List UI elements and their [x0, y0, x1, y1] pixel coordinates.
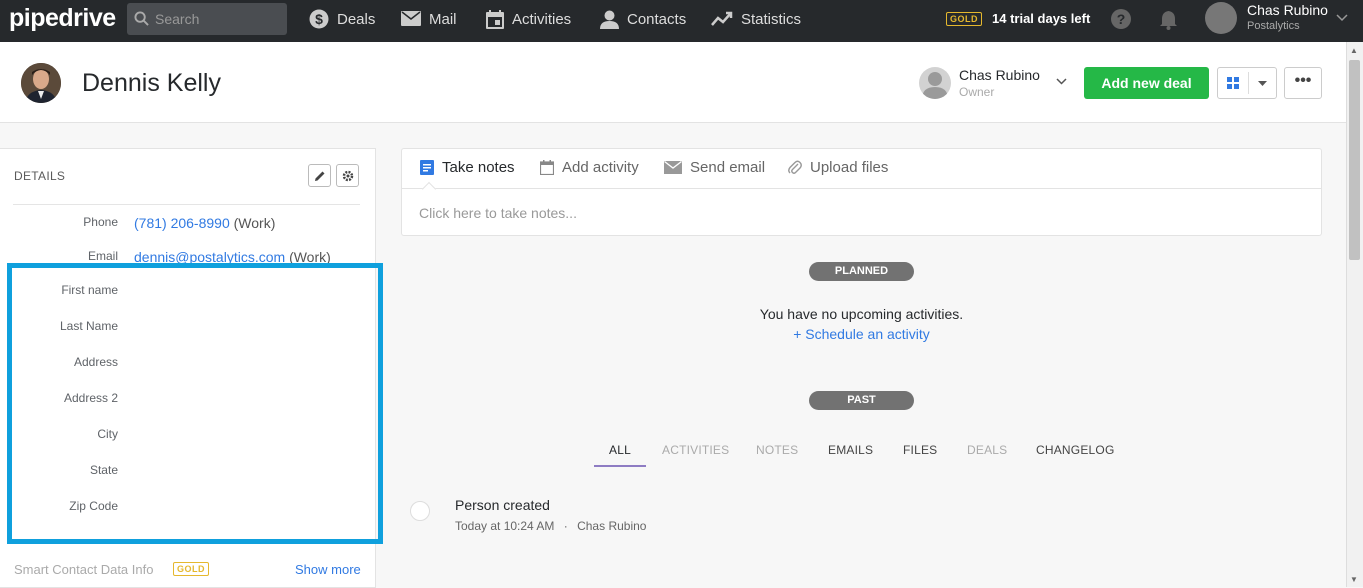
details-title: DETAILS	[14, 169, 66, 183]
nav-statistics-label: Statistics	[741, 10, 802, 28]
user-company: Postalytics	[1247, 20, 1300, 32]
email-label: Email	[87, 249, 118, 263]
planned-pill: PLANNED	[809, 262, 914, 281]
customize-fields-button[interactable]	[336, 164, 359, 187]
chart-icon	[711, 11, 733, 26]
pencil-icon	[315, 171, 325, 181]
tab-add-activity-label: Add activity	[562, 159, 639, 176]
phone-row: Phone (781) 206-8990 (Work)	[0, 215, 376, 235]
nav-activities-label: Activities	[512, 10, 572, 28]
divider	[13, 204, 360, 205]
person-header: Dennis Kelly Chas Rubino Owner Add new d…	[0, 42, 1346, 123]
filter-deals[interactable]: DEALS	[967, 443, 1007, 457]
show-more-link[interactable]: Show more	[295, 562, 361, 577]
top-navigation-bar: pipedrive $ Deals Mail Activities Contac…	[0, 0, 1363, 42]
phone-value[interactable]: (781) 206-8990 (Work)	[134, 215, 275, 231]
schedule-activity-link[interactable]: + Schedule an activity	[401, 326, 1322, 342]
nav-contacts-label: Contacts	[627, 10, 687, 28]
search-input[interactable]	[155, 9, 275, 29]
smart-contact-data-label: Smart Contact Data Info	[14, 562, 154, 577]
filter-all[interactable]: ALL	[594, 443, 646, 467]
tab-take-notes[interactable]: Take notes	[420, 159, 515, 176]
event-time: Today at 10:24 AM	[455, 519, 555, 533]
person-name[interactable]: Dennis Kelly	[82, 69, 221, 98]
dollar-icon: $	[309, 9, 329, 29]
trial-days-left[interactable]: 14 trial days left	[992, 11, 1090, 26]
grid-icon	[1227, 77, 1239, 89]
filter-activities[interactable]: ACTIVITIES	[662, 443, 729, 457]
event-meta: Today at 10:24 AM · Chas Rubino	[455, 519, 646, 533]
svg-text:?: ?	[1117, 11, 1126, 27]
composer-divider	[402, 188, 1321, 189]
field-state[interactable]: State	[90, 463, 118, 477]
search-icon	[134, 11, 149, 26]
person-avatar[interactable]	[21, 63, 61, 103]
calendar-icon	[540, 160, 554, 175]
field-last-name[interactable]: Last Name	[60, 319, 118, 333]
event-separator: ·	[563, 519, 568, 533]
nav-mail[interactable]: Mail	[401, 0, 457, 38]
composer-panel: Take notes Add activity Send email Uploa…	[401, 148, 1322, 236]
no-activities-text: You have no upcoming activities.	[759, 306, 964, 322]
mail-icon	[401, 11, 421, 26]
tab-upload-files[interactable]: Upload files	[788, 159, 888, 176]
edit-details-button[interactable]	[308, 164, 331, 187]
nav-mail-label: Mail	[429, 10, 457, 28]
nav-activities[interactable]: Activities	[486, 0, 571, 38]
field-city[interactable]: City	[97, 427, 118, 441]
tab-send-email[interactable]: Send email	[664, 159, 765, 176]
notes-icon	[420, 160, 434, 175]
past-pill: PAST	[809, 391, 914, 410]
person-icon	[600, 10, 619, 29]
filter-notes[interactable]: NOTES	[756, 443, 798, 457]
active-tab-notch	[421, 181, 437, 197]
gold-plan-badge: GOLD	[946, 12, 982, 26]
tab-upload-files-label: Upload files	[810, 159, 889, 176]
search-box[interactable]	[127, 3, 287, 35]
notes-placeholder[interactable]: Click here to take notes...	[419, 205, 577, 221]
nav-deals-label: Deals	[337, 10, 376, 28]
help-icon[interactable]: ?	[1111, 9, 1131, 29]
nav-statistics[interactable]: Statistics	[711, 0, 801, 38]
field-zip-code[interactable]: Zip Code	[69, 499, 118, 513]
scroll-up-arrow-icon[interactable]: ▲	[1350, 46, 1358, 55]
svg-text:$: $	[315, 11, 323, 27]
paperclip-icon	[788, 160, 802, 174]
owner-name[interactable]: Chas Rubino	[959, 67, 1040, 83]
smart-gold-badge: GOLD	[173, 562, 209, 576]
user-avatar[interactable]	[1205, 2, 1237, 34]
gear-icon	[342, 170, 354, 182]
filter-emails[interactable]: EMAILS	[828, 443, 873, 457]
mail-icon	[664, 161, 682, 174]
event-user[interactable]: Chas Rubino	[577, 519, 646, 533]
owner-role: Owner	[959, 85, 995, 99]
more-actions-button[interactable]: •••	[1284, 67, 1322, 99]
tab-take-notes-label: Take notes	[442, 159, 515, 176]
phone-label: Phone	[83, 215, 118, 229]
owner-avatar[interactable]	[919, 67, 951, 99]
add-new-deal-button[interactable]: Add new deal	[1084, 67, 1209, 99]
event-title: Person created	[455, 497, 550, 513]
notifications-bell-icon[interactable]	[1159, 10, 1178, 30]
chevron-down-icon[interactable]	[1336, 14, 1348, 22]
owner-chevron-down-icon[interactable]	[1056, 78, 1067, 85]
scrollbar-thumb[interactable]	[1349, 60, 1360, 260]
timeline-dot	[410, 501, 430, 521]
view-switcher-button[interactable]	[1217, 67, 1277, 99]
scroll-down-arrow-icon[interactable]: ▼	[1350, 575, 1358, 584]
caret-down-icon	[1258, 81, 1267, 86]
filter-changelog[interactable]: CHANGELOG	[1036, 443, 1114, 457]
nav-contacts[interactable]: Contacts	[600, 0, 686, 38]
field-address[interactable]: Address	[74, 355, 118, 369]
pipedrive-logo[interactable]: pipedrive	[9, 4, 116, 33]
user-name[interactable]: Chas Rubino	[1247, 2, 1328, 18]
tab-send-email-label: Send email	[690, 159, 766, 176]
field-address-2[interactable]: Address 2	[64, 391, 118, 405]
nav-deals[interactable]: $ Deals	[309, 0, 375, 38]
tab-add-activity[interactable]: Add activity	[540, 159, 639, 176]
field-first-name[interactable]: First name	[61, 283, 118, 297]
filter-files[interactable]: FILES	[903, 443, 937, 457]
calendar-icon	[486, 9, 504, 29]
